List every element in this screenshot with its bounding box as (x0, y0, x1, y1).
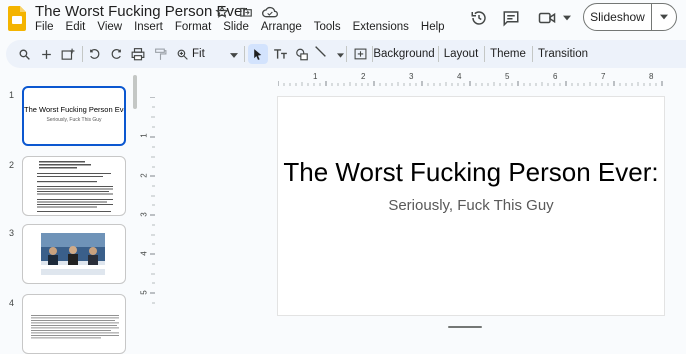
ruler-label: 5 (505, 72, 510, 81)
insert-comment-icon[interactable] (350, 44, 370, 64)
new-slide-layout-icon[interactable] (58, 44, 78, 64)
slideshow-label[interactable]: Slideshow (584, 4, 652, 30)
ruler-label: 6 (553, 72, 558, 81)
ruler-label: 5 (139, 290, 149, 295)
redo-icon[interactable] (106, 44, 126, 64)
document-page-image (37, 161, 113, 212)
layout-button[interactable]: Layout (442, 44, 480, 64)
history-icon[interactable] (468, 7, 490, 29)
search-menus-icon[interactable] (14, 44, 34, 64)
slide-number: 4 (9, 298, 15, 308)
star-icon[interactable] (214, 4, 230, 20)
ruler-label: 3 (409, 72, 414, 81)
zoom-select[interactable]: Fit (192, 44, 238, 64)
shape-icon[interactable] (292, 44, 312, 64)
print-icon[interactable] (128, 44, 148, 64)
line-icon (314, 45, 327, 63)
layout-label: Layout (443, 48, 479, 60)
slideshow-dropdown-icon[interactable] (652, 14, 676, 20)
comments-icon[interactable] (500, 7, 522, 29)
photo-image (41, 233, 105, 275)
horizontal-ruler[interactable]: 1 2 3 4 5 6 7 8 (278, 72, 664, 86)
menu-arrange[interactable]: Arrange (255, 21, 308, 33)
zoom-icon[interactable] (172, 44, 192, 64)
thumb-subtitle: Seriously, Fuck This Guy (46, 117, 102, 123)
thumb-title: The Worst Fucking Person Ever: (24, 105, 126, 114)
ruler-label: 4 (139, 251, 149, 256)
vertical-ruler[interactable]: 1 2 3 4 5 (139, 97, 155, 315)
slide-number: 1 (9, 90, 15, 100)
slide-number: 2 (9, 160, 15, 170)
zoom-value: Fit (192, 48, 205, 60)
ruler-label: 7 (601, 72, 606, 81)
transition-label: Transition (537, 48, 589, 60)
chevron-down-icon (337, 45, 344, 63)
ruler-ticks (150, 97, 155, 304)
undo-icon[interactable] (84, 44, 104, 64)
ruler-label: 4 (457, 72, 462, 81)
theme-label: Theme (490, 48, 526, 60)
menu-view[interactable]: View (91, 21, 128, 33)
ruler-label: 8 (649, 72, 654, 81)
separator (484, 46, 485, 62)
menu-file[interactable]: File (29, 21, 60, 33)
transition-button[interactable]: Transition (536, 44, 590, 64)
line-tool[interactable] (314, 44, 344, 64)
cloud-status-icon[interactable] (262, 4, 278, 20)
menu-bar: File Edit View Insert Format Slide Arran… (29, 21, 451, 33)
separator (346, 46, 347, 62)
speaker-notes-handle[interactable] (448, 326, 482, 328)
slide-canvas[interactable]: The Worst Fucking Person Ever: Seriously… (278, 97, 664, 315)
separator (82, 46, 83, 62)
slide-subtitle[interactable]: Seriously, Fuck This Guy (278, 197, 664, 214)
separator (532, 46, 533, 62)
menu-edit[interactable]: Edit (60, 21, 92, 33)
menu-tools[interactable]: Tools (308, 21, 347, 33)
paint-format-icon[interactable] (150, 44, 170, 64)
filmstrip-scrollbar[interactable] (133, 75, 137, 109)
slide-thumbnail-3[interactable] (22, 224, 126, 284)
background-button[interactable]: Background (373, 44, 435, 64)
slideshow-button[interactable]: Slideshow (583, 3, 677, 31)
menu-slide[interactable]: Slide (217, 21, 255, 33)
background-label: Background (373, 48, 435, 60)
slide-number: 3 (9, 228, 15, 238)
slide-thumbnail-4[interactable] (22, 294, 126, 354)
text-box-icon[interactable] (270, 44, 290, 64)
separator (438, 46, 439, 62)
top-bar: The Worst Fucking Person Ever File Edit … (0, 0, 686, 38)
separator (244, 46, 245, 62)
slide-title[interactable]: The Worst Fucking Person Ever: (278, 157, 664, 188)
slides-logo-icon[interactable] (8, 6, 26, 31)
move-to-folder-icon[interactable] (238, 4, 254, 20)
slide-thumbnail-1[interactable]: The Worst Fucking Person Ever: Seriously… (22, 86, 126, 146)
theme-button[interactable]: Theme (488, 44, 528, 64)
ruler-label: 1 (313, 72, 318, 81)
ruler-label: 1 (139, 133, 149, 138)
menu-help[interactable]: Help (415, 21, 451, 33)
ruler-label: 3 (139, 212, 149, 217)
slide-thumbnail-2[interactable] (22, 156, 126, 216)
menu-extensions[interactable]: Extensions (347, 21, 415, 33)
menu-format[interactable]: Format (169, 21, 217, 33)
video-call-icon[interactable] (536, 7, 558, 29)
chevron-down-icon (230, 45, 238, 63)
menu-insert[interactable]: Insert (128, 21, 169, 33)
new-slide-icon[interactable] (36, 44, 56, 64)
ruler-ticks (278, 81, 663, 86)
filmstrip: 1 The Worst Fucking Person Ever: Serious… (0, 72, 140, 354)
chevron-down-icon[interactable] (556, 7, 578, 29)
select-tool-icon[interactable] (248, 44, 268, 64)
ruler-label: 2 (139, 173, 149, 178)
document-page-image (31, 315, 119, 339)
toolbar: Fit Background Layout Theme Transition (6, 40, 686, 68)
ruler-label: 2 (361, 72, 366, 81)
